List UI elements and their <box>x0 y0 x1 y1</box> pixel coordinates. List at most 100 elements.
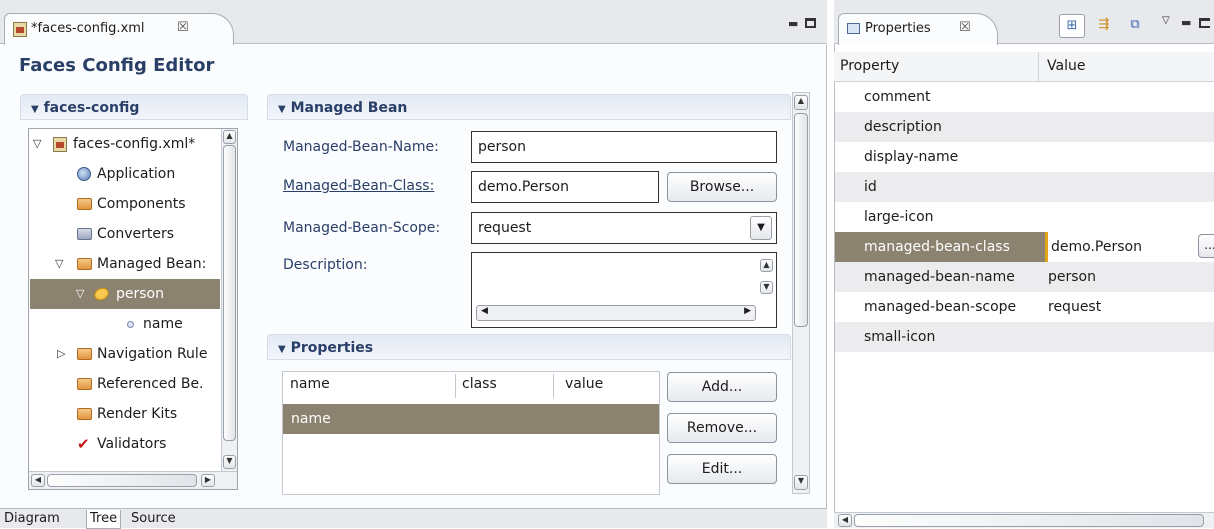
property-row-id[interactable]: id <box>835 172 1214 202</box>
property-name: comment <box>864 89 931 105</box>
maximize-icon[interactable] <box>805 18 816 28</box>
close-icon[interactable]: ☒ <box>959 20 971 35</box>
close-icon[interactable]: ☒ <box>177 20 189 35</box>
scroll-thumb[interactable] <box>47 474 197 487</box>
tab-source[interactable]: Source <box>128 510 179 529</box>
tree-item-name[interactable]: name <box>29 309 221 339</box>
scroll-down-icon[interactable]: ▼ <box>760 281 773 294</box>
tree-item-label: Converters <box>97 226 175 242</box>
tree-item-components[interactable]: Components <box>29 189 221 219</box>
add-button[interactable]: Add... <box>667 372 777 402</box>
form-vertical-scrollbar[interactable]: ▲ ▼ <box>792 92 810 494</box>
description-textarea[interactable]: ▲ ▼ ◀ ▶ <box>471 252 777 328</box>
tree-item-validators[interactable]: ✔ Validators <box>29 429 221 459</box>
edit-button[interactable]: Edit... <box>667 454 777 484</box>
column-divider <box>455 374 456 398</box>
tree-item-faces-config-xml[interactable]: ▽ faces-config.xml* <box>29 129 221 159</box>
maximize-icon[interactable] <box>1199 18 1210 28</box>
collapsed-twisty-icon[interactable]: ▷ <box>57 339 65 369</box>
tree-item-referenced-beans[interactable]: Referenced Be. <box>29 369 221 399</box>
faces-config-file-icon <box>53 137 67 152</box>
browse-button[interactable]: Browse... <box>667 172 777 202</box>
property-row-display-name[interactable]: display-name <box>835 142 1214 172</box>
properties-section-title: Properties <box>290 340 374 356</box>
tree-item-label: person <box>116 286 164 302</box>
chevron-down-icon[interactable]: ▼ <box>750 216 772 240</box>
ellipsis-button[interactable]: ... <box>1198 234 1214 258</box>
scroll-left-icon[interactable]: ◀ <box>481 306 488 316</box>
tree-vertical-scrollbar[interactable]: ▲ ▼ <box>221 129 237 471</box>
properties-section-header[interactable]: ▼ Properties <box>267 334 791 360</box>
scroll-up-icon[interactable]: ▲ <box>223 130 236 144</box>
managed-bean-class-input[interactable]: demo.Person <box>471 171 659 203</box>
property-row-managed-bean-scope[interactable]: managed-bean-scope request <box>835 292 1214 322</box>
minimize-icon[interactable]: ▬ <box>788 17 798 30</box>
properties-horizontal-scrollbar[interactable]: ◀ <box>834 512 1214 528</box>
remove-button[interactable]: Remove... <box>667 413 777 443</box>
managed-bean-scope-select[interactable]: request ▼ <box>471 212 777 244</box>
property-row-large-icon[interactable]: large-icon <box>835 202 1214 232</box>
expanded-twisty-icon[interactable]: ▽ <box>76 279 84 309</box>
tree-item-managed-beans[interactable]: ▽ Managed Bean: <box>29 249 221 279</box>
managed-bean-section-header[interactable]: ▼ Managed Bean <box>267 94 791 120</box>
scroll-left-icon[interactable]: ◀ <box>31 474 45 487</box>
tree-item-label: Render Kits <box>97 406 178 422</box>
tree-item-label: Validators <box>97 436 167 452</box>
property-name: large-icon <box>864 209 934 225</box>
managed-bean-class-link[interactable]: Managed-Bean-Class: <box>283 178 434 194</box>
scroll-up-icon[interactable]: ▲ <box>760 259 773 272</box>
property-row-managed-bean-class[interactable]: managed-bean-class demo.Person ... <box>835 232 1214 262</box>
edit-button-label: Edit... <box>701 461 743 477</box>
scroll-down-icon[interactable]: ▼ <box>794 475 808 490</box>
description-horizontal-scrollbar[interactable]: ◀ ▶ <box>476 305 756 321</box>
properties-table[interactable]: name class value name <box>282 371 660 495</box>
page-title: Faces Config Editor <box>19 55 215 76</box>
tree-item-converters[interactable]: Converters <box>29 219 221 249</box>
editor-page-tabs: Diagram Tree Source <box>0 508 827 529</box>
column-header-property[interactable]: Property <box>840 58 899 74</box>
tree-item-person[interactable]: ▽ person <box>30 279 220 309</box>
property-row-managed-bean-name[interactable]: managed-bean-name person <box>835 262 1214 292</box>
scroll-left-icon[interactable]: ◀ <box>838 514 852 527</box>
tab-tree[interactable]: Tree <box>86 510 122 529</box>
scroll-up-icon[interactable]: ▲ <box>794 95 808 110</box>
scroll-right-icon[interactable]: ▶ <box>201 474 215 487</box>
faces-config-tree[interactable]: ▽ faces-config.xml* Application Componen… <box>28 128 238 490</box>
converters-folder-icon <box>77 228 92 240</box>
show-advanced-properties-icon[interactable]: ⇶ <box>1091 14 1117 38</box>
properties-view-tab[interactable]: Properties ☒ <box>838 13 998 45</box>
scroll-down-icon[interactable]: ▼ <box>223 455 236 469</box>
managed-bean-name-input[interactable]: person <box>471 131 777 163</box>
minimize-icon[interactable]: ▬ <box>1181 16 1191 29</box>
restore-default-icon[interactable]: ⧉ <box>1122 14 1148 38</box>
expanded-twisty-icon[interactable]: ▽ <box>33 129 41 159</box>
tree-item-label: Application <box>97 166 176 182</box>
expanded-twisty-icon[interactable]: ▽ <box>55 249 63 279</box>
column-header-class[interactable]: class <box>462 376 497 392</box>
property-value: request <box>1048 299 1102 315</box>
property-value-editor[interactable]: demo.Person ... <box>1045 232 1214 262</box>
tree-item-render-kits[interactable]: Render Kits <box>29 399 221 429</box>
tree-section-header[interactable]: ▼ faces-config <box>20 94 248 120</box>
tree-item-application[interactable]: Application <box>29 159 221 189</box>
property-row-comment[interactable]: comment <box>835 82 1214 112</box>
tree-horizontal-scrollbar[interactable]: ◀ ▶ <box>29 471 237 489</box>
property-row-small-icon[interactable]: small-icon <box>835 322 1214 352</box>
column-header-value[interactable]: Value <box>1047 58 1085 74</box>
scroll-thumb[interactable] <box>794 113 808 327</box>
managed-bean-scope-label: Managed-Bean-Scope: <box>283 220 441 236</box>
scroll-thumb[interactable] <box>854 514 1204 527</box>
table-row[interactable]: name <box>283 404 659 434</box>
property-row-description[interactable]: description <box>835 112 1214 142</box>
column-header-name[interactable]: name <box>290 376 330 392</box>
show-categories-icon[interactable]: ⊞ <box>1059 14 1085 38</box>
tab-diagram[interactable]: Diagram <box>1 510 63 529</box>
managed-bean-section-title: Managed Bean <box>290 100 408 116</box>
column-header-value[interactable]: value <box>565 376 603 392</box>
editor-tab-faces-config[interactable]: *faces-config.xml ☒ <box>4 13 234 45</box>
description-label: Description: <box>283 257 368 273</box>
tree-item-navigation-rules[interactable]: ▷ Navigation Rule <box>29 339 221 369</box>
view-menu-icon[interactable]: ▽ <box>1162 15 1170 26</box>
scroll-thumb[interactable] <box>223 145 236 441</box>
scroll-right-icon[interactable]: ▶ <box>744 306 751 316</box>
